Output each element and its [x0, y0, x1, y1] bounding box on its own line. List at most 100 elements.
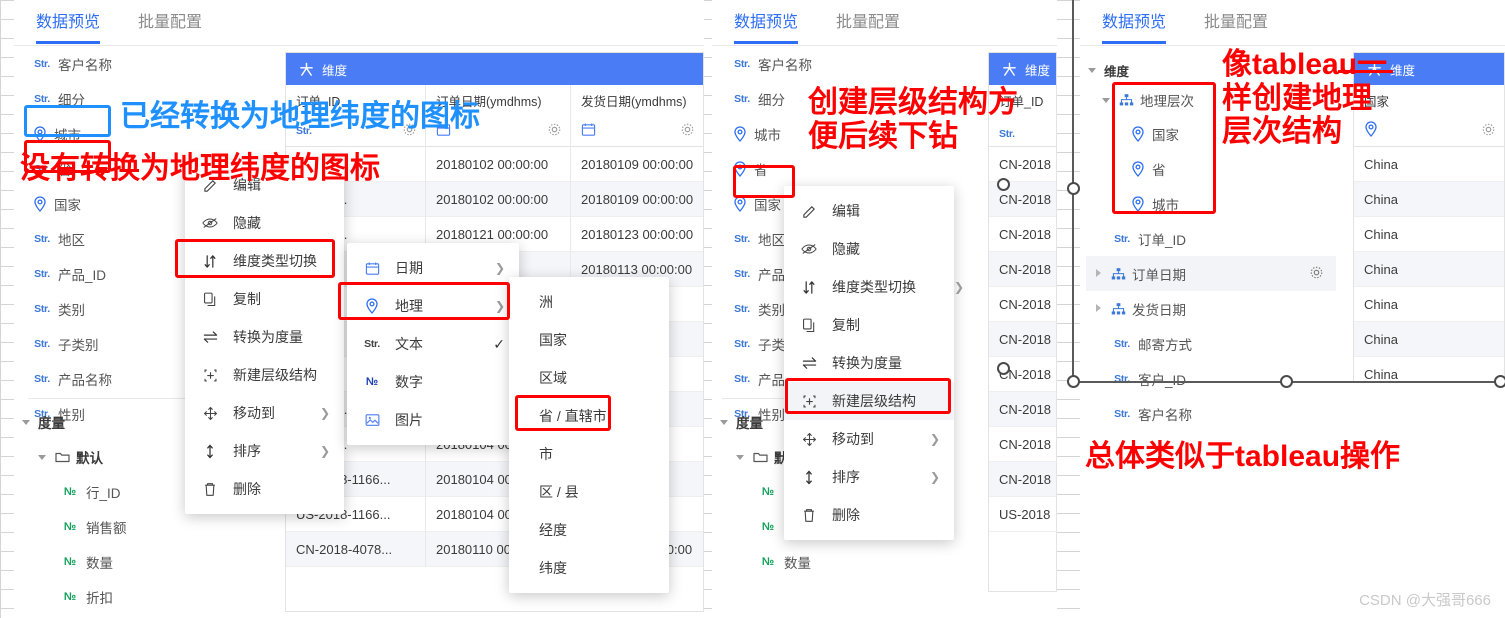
- tree-item-label: 类别: [758, 302, 785, 318]
- measure-item-quantity[interactable]: № 数量: [20, 544, 220, 579]
- gear-icon[interactable]: [547, 122, 562, 140]
- submenu-item-geography[interactable]: 地理 ❯: [347, 287, 519, 325]
- mid-menu-item-new-hierarchy[interactable]: 新建层级结构: [784, 382, 954, 420]
- chevron-down-icon[interactable]: [1102, 95, 1112, 105]
- tree-item-region[interactable]: Str. 地区: [30, 221, 210, 256]
- submenu-item-date[interactable]: 日期 ❯: [347, 249, 519, 287]
- str-icon: Str.: [1114, 407, 1130, 420]
- table-cell: 20180102 00:00:00: [426, 147, 570, 182]
- mid-menu-item-copy[interactable]: 复制: [784, 306, 954, 344]
- table-cell: CN-2018: [989, 462, 1056, 497]
- gear-icon[interactable]: [680, 122, 695, 140]
- submenu-item-image[interactable]: 图片: [347, 401, 519, 439]
- right-field-order-id[interactable]: Str. 订单_ID: [1086, 221, 1346, 256]
- selection-handle[interactable]: [1067, 375, 1080, 388]
- annotation-right-text: 像tableau一 样创建地理 层次结构: [1222, 48, 1388, 149]
- tree-item-product-id[interactable]: Str. 产品_ID: [30, 256, 210, 291]
- measure-item-sales[interactable]: № 销售额: [20, 509, 220, 544]
- submenu-item-text[interactable]: Str. 文本 ✓: [347, 325, 519, 363]
- submenu-item-number[interactable]: № 数字: [347, 363, 519, 401]
- geo-item-district[interactable]: 区 / 县: [509, 473, 669, 511]
- chevron-down-icon[interactable]: [736, 452, 746, 462]
- left-context-menu[interactable]: 编辑 隐藏 维度类型切换 ❯ 复制: [185, 160, 365, 514]
- mid-menu-item-sort[interactable]: 排序 ❯: [784, 458, 954, 496]
- mid-menu-item-delete[interactable]: 删除: [784, 496, 954, 534]
- menu-item-delete[interactable]: 删除: [185, 470, 344, 508]
- tree-item-subcategory[interactable]: Str. 子类别: [30, 326, 210, 361]
- menu-item-sort[interactable]: 排序 ❯: [185, 432, 344, 470]
- selection-handle[interactable]: [997, 178, 1010, 191]
- left-submenu-geography[interactable]: 洲 国家 区域 省 / 直辖市 市 区 / 县 经度 纬度: [509, 277, 669, 593]
- gear-icon[interactable]: [1309, 265, 1324, 283]
- right-field-ship-date[interactable]: 发货日期: [1086, 291, 1346, 326]
- chevron-down-icon[interactable]: [1088, 65, 1098, 75]
- tab-batch-config[interactable]: 批量配置: [138, 0, 202, 46]
- mid-tab-batch-config[interactable]: 批量配置: [836, 0, 900, 46]
- right-tab-batch-config[interactable]: 批量配置: [1204, 0, 1268, 46]
- right-hierarchy-child-province[interactable]: 省: [1086, 151, 1346, 186]
- measure-item-discount[interactable]: № 折扣: [20, 579, 220, 614]
- right-field-order-date[interactable]: 订单日期: [1086, 256, 1336, 291]
- chevron-right-icon: ❯: [494, 261, 505, 275]
- str-icon: Str.: [1114, 372, 1130, 385]
- selection-handle[interactable]: [997, 362, 1010, 375]
- geo-item-longitude[interactable]: 经度: [509, 511, 669, 549]
- tree-item-category[interactable]: Str. 类别: [30, 291, 210, 326]
- selection-handle[interactable]: [1067, 182, 1080, 195]
- right-tab-data-preview[interactable]: 数据预览: [1102, 0, 1167, 46]
- gear-icon[interactable]: [1481, 122, 1496, 140]
- geo-icon: [732, 195, 748, 212]
- geo-item-province[interactable]: 省 / 直辖市: [509, 397, 669, 435]
- right-field-customer-name[interactable]: Str. 客户名称: [1086, 396, 1346, 431]
- selection-handle[interactable]: [1494, 375, 1505, 388]
- image-icon: [363, 413, 381, 427]
- menu-item-dimension-type-switch[interactable]: 维度类型切换 ❯: [185, 242, 365, 280]
- mid-tree-item-province[interactable]: 省: [730, 151, 850, 186]
- right-hierarchy-child-city[interactable]: 城市: [1086, 186, 1346, 221]
- copy-icon: [800, 318, 818, 333]
- menu-item-convert-to-measure[interactable]: 转换为度量: [185, 318, 344, 356]
- mid-tree-item-customer-name[interactable]: Str. 客户名称: [730, 46, 850, 81]
- geo-item-continent[interactable]: 洲: [509, 283, 669, 321]
- measure-item-profit[interactable]: № 利润: [20, 614, 220, 618]
- tab-data-preview[interactable]: 数据预览: [36, 0, 101, 46]
- tree-item-product-name[interactable]: Str. 产品名称: [30, 361, 210, 396]
- geo-item-city[interactable]: 市: [509, 435, 669, 473]
- chevron-right-icon[interactable]: [1094, 303, 1104, 314]
- geo-item-country[interactable]: 国家: [509, 321, 669, 359]
- mid-context-menu[interactable]: 编辑 隐藏 维度类型切换 ❯ 复制 转换为度量 新建层级结构 移动到 ❯ 排序 …: [784, 186, 964, 540]
- selection-handle[interactable]: [1280, 375, 1293, 388]
- mid-menu-item-convert-to-measure[interactable]: 转换为度量: [784, 344, 954, 382]
- left-submenu-dimension-type[interactable]: 日期 ❯ 地理 ❯ Str. 文本 ✓ № 数字 图片: [347, 243, 519, 445]
- mid-menu-item-dimension-type-switch[interactable]: 维度类型切换 ❯: [784, 268, 964, 306]
- watermark: CSDN @大强哥666: [1359, 592, 1491, 609]
- menu-item-new-hierarchy[interactable]: 新建层级结构: [185, 356, 344, 394]
- move-icon: [201, 406, 219, 421]
- right-field-ship-mode[interactable]: Str. 邮寄方式: [1086, 326, 1346, 361]
- chevron-down-icon[interactable]: [38, 452, 48, 462]
- mid-measure-item-quantity[interactable]: № 数量: [718, 544, 878, 579]
- switch-icon: [201, 254, 219, 269]
- chevron-down-icon[interactable]: [22, 417, 32, 427]
- tree-item-country[interactable]: 国家: [30, 186, 210, 221]
- geo-item-label: 市: [539, 446, 553, 462]
- annotation-mid-text: 创建层级结构方 便后续下钻: [808, 86, 1018, 153]
- mid-tab-data-preview[interactable]: 数据预览: [734, 0, 799, 46]
- tree-item-label: 产品名称: [58, 372, 112, 388]
- chevron-right-icon: ❯: [319, 406, 330, 420]
- mid-menu-item-edit[interactable]: 编辑: [784, 192, 954, 230]
- chevron-down-icon[interactable]: [720, 417, 730, 427]
- geo-item-area[interactable]: 区域: [509, 359, 669, 397]
- menu-item-label: 新建层级结构: [832, 393, 916, 409]
- mid-menu-item-move-to[interactable]: 移动到 ❯: [784, 420, 954, 458]
- mid-menu-item-hide[interactable]: 隐藏: [784, 230, 954, 268]
- chevron-right-icon[interactable]: [1094, 268, 1104, 279]
- menu-item-hide[interactable]: 隐藏: [185, 204, 344, 242]
- menu-item-move-to[interactable]: 移动到 ❯: [185, 394, 344, 432]
- column-header[interactable]: 发货日期(ymdhms): [571, 85, 703, 147]
- right-field-customer-id[interactable]: Str. 客户_ID: [1086, 361, 1346, 396]
- tree-item-customer-name[interactable]: Str. 客户名称: [30, 46, 210, 81]
- menu-item-copy[interactable]: 复制: [185, 280, 344, 318]
- geo-item-latitude[interactable]: 纬度: [509, 549, 669, 587]
- hierarchy-icon: [1110, 266, 1126, 282]
